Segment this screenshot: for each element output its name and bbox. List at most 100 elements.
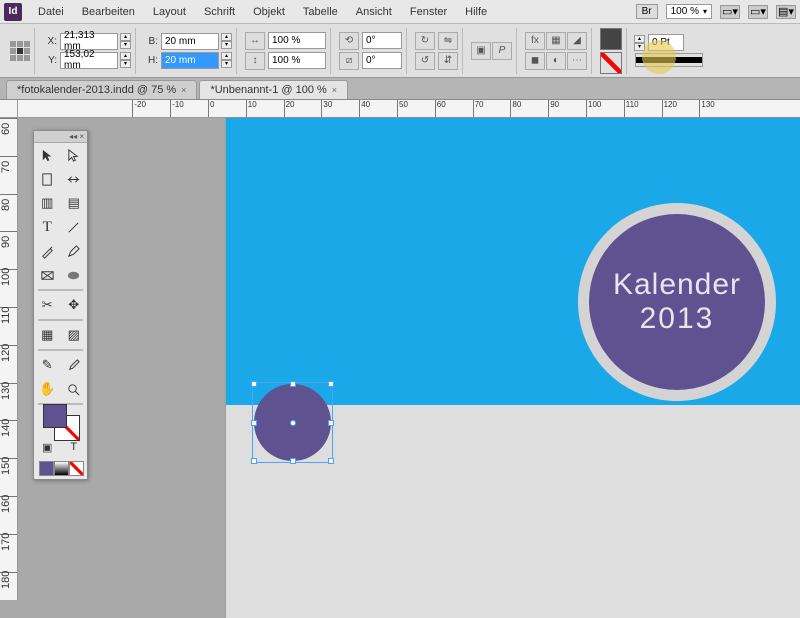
separator <box>38 349 83 351</box>
free-transform-tool[interactable]: ✥ <box>61 293 88 317</box>
resize-handle[interactable] <box>290 458 296 464</box>
shear-field[interactable]: 0° <box>362 52 402 69</box>
title-line1: Kalender <box>613 268 741 302</box>
menu-bearbeiten[interactable]: Bearbeiten <box>74 3 143 21</box>
app-icon: Id <box>4 3 22 21</box>
resize-handle[interactable] <box>251 381 257 387</box>
apply-color-icon[interactable] <box>39 461 54 476</box>
zoom-tool[interactable] <box>61 377 88 401</box>
scale-x-field[interactable]: 100 % <box>268 32 326 49</box>
corner-icon[interactable]: ◢ <box>567 32 587 50</box>
scale-y-icon: ↕ <box>245 52 265 70</box>
tools-panel[interactable]: ◂◂ × ▥ ▤ T ✂ ✥ ▦ ▨ ✎ ✋ ▣ T <box>33 130 88 480</box>
close-icon[interactable]: × <box>181 85 186 95</box>
zoom-level-combo[interactable]: 100 % <box>666 4 712 19</box>
content-collector-tool[interactable]: ▥ <box>34 191 61 215</box>
menu-tabelle[interactable]: Tabelle <box>295 3 346 21</box>
gradient-swatch-tool[interactable]: ▦ <box>34 323 61 347</box>
flip-v-icon[interactable]: ⇵ <box>438 52 458 70</box>
ellipse-tool[interactable] <box>61 263 88 287</box>
tab-unbenannt[interactable]: *Unbenannt-1 @ 100 % × <box>199 80 348 99</box>
title-circle-outer[interactable]: Kalender 2013 <box>578 203 776 401</box>
pencil-tool[interactable] <box>61 239 88 263</box>
direct-selection-tool[interactable] <box>61 143 88 167</box>
rectangle-frame-tool[interactable] <box>34 263 61 287</box>
rotate-cw-icon[interactable]: ↻ <box>415 32 435 50</box>
bridge-button[interactable]: Br <box>636 4 658 19</box>
document-tabs: *fotokalender-2013.indd @ 75 % × *Unbena… <box>0 78 800 100</box>
drop-shadow-icon[interactable]: ◼ <box>525 52 545 70</box>
resize-handle[interactable] <box>251 420 257 426</box>
h-label: H: <box>144 55 158 66</box>
wrap-icon[interactable]: ▦ <box>546 32 566 50</box>
scissors-tool[interactable]: ✂ <box>34 293 61 317</box>
vertical-ruler[interactable]: 60708090100110120130140150160170180 <box>0 118 18 600</box>
arrange-icon[interactable]: ▤▾ <box>776 5 796 19</box>
page-tool[interactable] <box>34 167 61 191</box>
type-tool[interactable]: T <box>34 215 61 239</box>
flip-h-icon[interactable]: ⇋ <box>438 32 458 50</box>
height-field[interactable]: 20 mm <box>161 52 219 69</box>
scale-y-field[interactable]: 100 % <box>268 52 326 69</box>
apply-none-icon[interactable] <box>69 461 84 476</box>
menu-fenster[interactable]: Fenster <box>402 3 455 21</box>
select-container-icon[interactable]: ▣ <box>471 42 491 60</box>
gap-tool[interactable] <box>61 167 88 191</box>
resize-handle[interactable] <box>251 458 257 464</box>
apply-gradient-icon[interactable] <box>54 461 69 476</box>
document-page[interactable]: Kalender 2013 <box>226 118 800 618</box>
view-mode-icon[interactable]: ▭▾ <box>720 5 740 19</box>
screen-mode-icon[interactable]: ▭▾ <box>748 5 768 19</box>
separator <box>38 319 83 321</box>
effects-icon[interactable]: fx <box>525 32 545 50</box>
ruler-origin[interactable] <box>0 100 18 118</box>
content-placer-tool[interactable]: ▤ <box>61 191 88 215</box>
rotate-ccw-icon[interactable]: ↺ <box>415 52 435 70</box>
stroke-weight-field[interactable]: 0 Pt <box>648 34 684 51</box>
stroke-style[interactable] <box>635 53 703 67</box>
reference-point[interactable] <box>10 41 30 61</box>
hand-tool[interactable]: ✋ <box>34 377 61 401</box>
menu-objekt[interactable]: Objekt <box>245 3 293 21</box>
tab-fotokalender[interactable]: *fotokalender-2013.indd @ 75 % × <box>6 80 197 99</box>
eyedropper-tool[interactable] <box>61 353 88 377</box>
line-tool[interactable] <box>61 215 88 239</box>
selected-ellipse[interactable] <box>254 384 331 461</box>
note-tool[interactable]: ✎ <box>34 353 61 377</box>
resize-handle[interactable] <box>328 420 334 426</box>
select-content-icon[interactable]: P <box>492 42 512 60</box>
selection-tool[interactable] <box>34 143 61 167</box>
menu-schrift[interactable]: Schrift <box>196 3 243 21</box>
more-icon[interactable]: ⋯ <box>567 52 587 70</box>
pasteboard[interactable]: Kalender 2013 <box>18 118 800 600</box>
separator <box>38 289 83 291</box>
fill-swatch[interactable] <box>600 28 622 50</box>
tab-label: *Unbenannt-1 @ 100 % <box>210 84 326 96</box>
resize-handle[interactable] <box>328 381 334 387</box>
menu-ansicht[interactable]: Ansicht <box>348 3 400 21</box>
center-handle[interactable] <box>290 420 296 426</box>
resize-handle[interactable] <box>290 381 296 387</box>
tools-panel-header[interactable]: ◂◂ × <box>34 131 87 143</box>
gradient-feather-tool[interactable]: ▨ <box>61 323 88 347</box>
width-field[interactable]: 20 mm <box>161 33 219 50</box>
y-label: Y: <box>43 55 57 66</box>
fill-stroke-control[interactable] <box>34 407 87 437</box>
x-field[interactable]: 21,313 mm <box>60 33 118 50</box>
rotate-icon: ⟲ <box>339 32 359 50</box>
y-field[interactable]: 153,02 mm <box>60 52 118 69</box>
formatting-container-icon[interactable]: ▣ <box>34 437 61 457</box>
resize-handle[interactable] <box>328 458 334 464</box>
menu-hilfe[interactable]: Hilfe <box>457 3 495 21</box>
horizontal-ruler[interactable]: -20-100102030405060708090100110120130 <box>18 100 800 118</box>
formatting-text-icon[interactable]: T <box>61 437 88 457</box>
close-icon[interactable]: × <box>332 85 337 95</box>
stroke-swatch[interactable] <box>600 52 622 74</box>
rotate-field[interactable]: 0° <box>362 32 402 49</box>
opacity-icon[interactable]: ◐ <box>546 52 566 70</box>
x-label: X: <box>43 36 57 47</box>
menu-layout[interactable]: Layout <box>145 3 194 21</box>
menu-datei[interactable]: Datei <box>30 3 72 21</box>
title-circle-inner[interactable]: Kalender 2013 <box>589 214 765 390</box>
pen-tool[interactable] <box>34 239 61 263</box>
